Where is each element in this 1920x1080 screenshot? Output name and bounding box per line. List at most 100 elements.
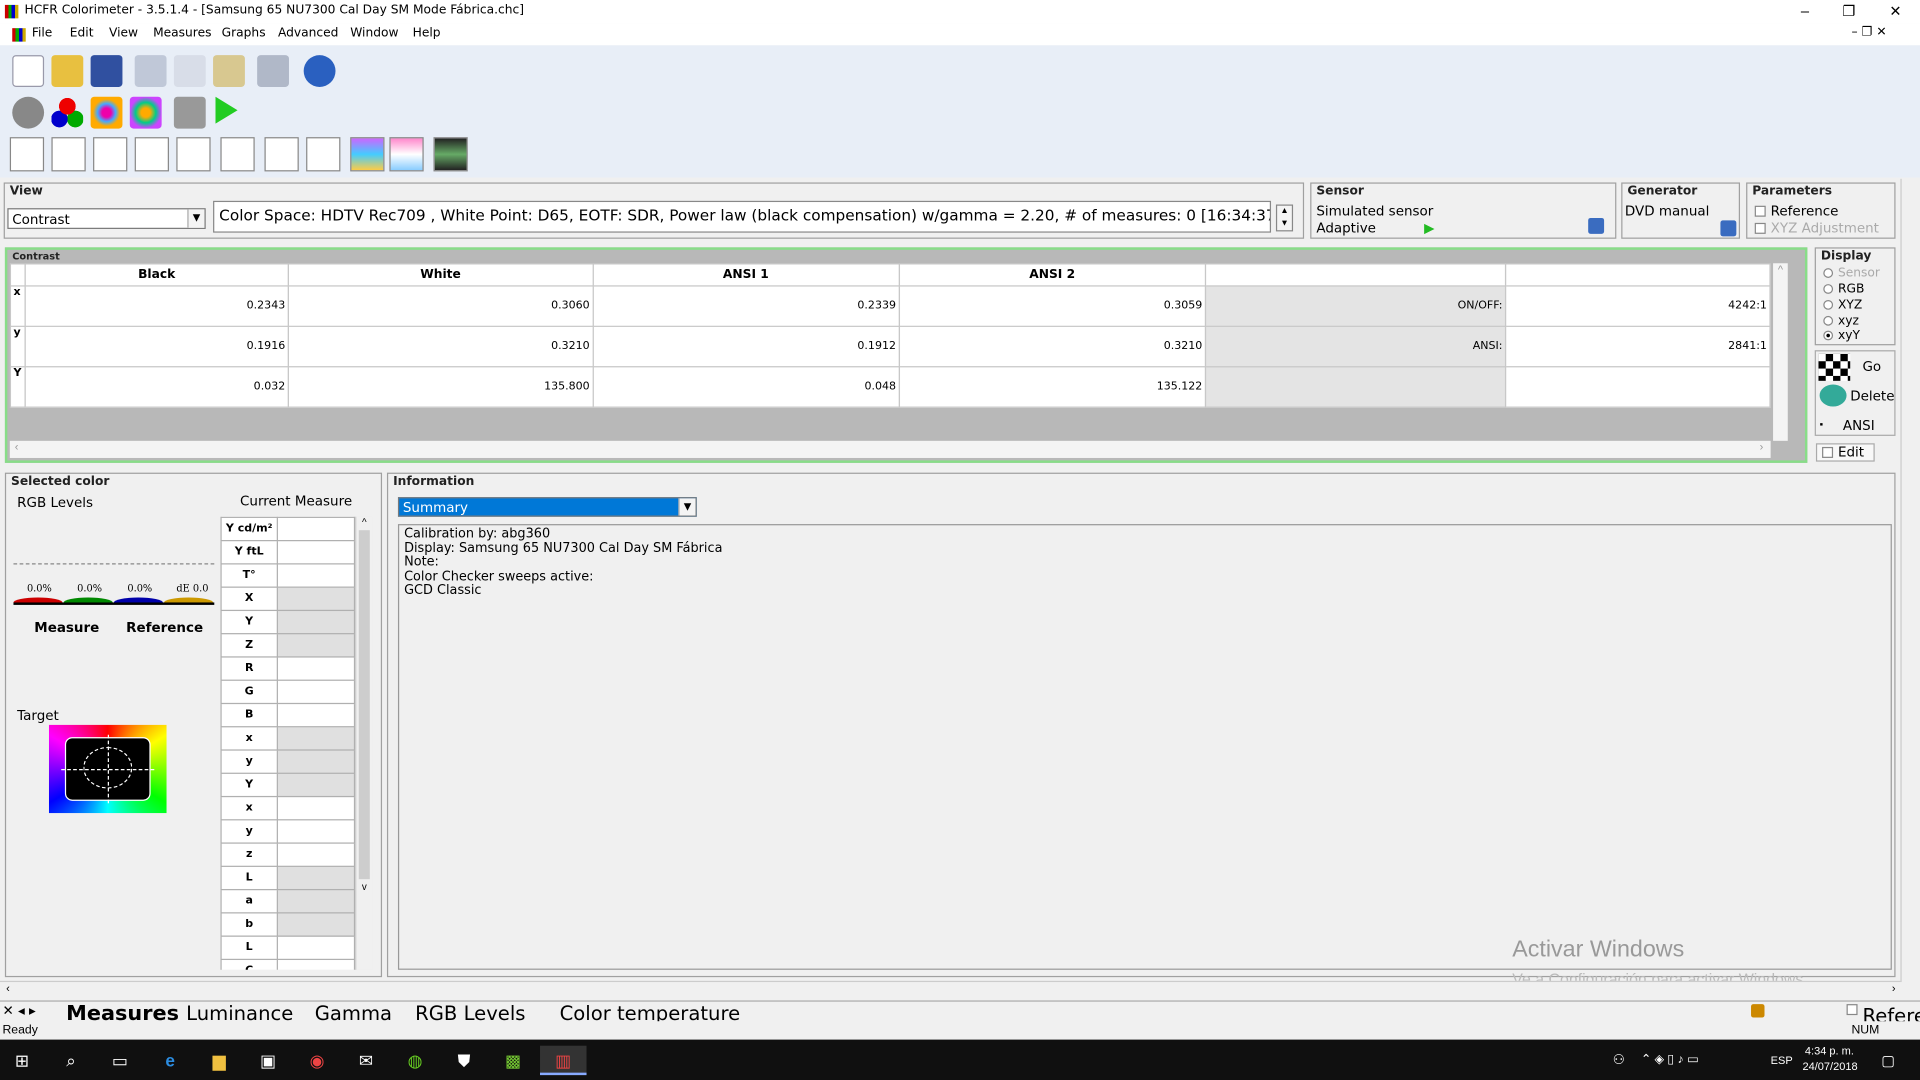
reference-checkbox[interactable]: Reference: [1754, 203, 1838, 219]
tray-icons[interactable]: ⌃ ◈ ▯ ♪ ▭: [1641, 1046, 1763, 1075]
bottom-hscroll[interactable]: ‹ ›: [0, 980, 1901, 998]
radio-XYZ[interactable]: XYZ: [1823, 299, 1862, 312]
param-value: [276, 842, 356, 867]
table-cell[interactable]: ANSI:: [1204, 325, 1507, 368]
help-icon[interactable]: [303, 55, 336, 87]
folder-icon[interactable]: ▆: [204, 1046, 233, 1075]
task-view-icon[interactable]: ▭: [105, 1046, 134, 1075]
info-spinner[interactable]: ▲ ▼: [1275, 204, 1294, 232]
view-select[interactable]: Contrast ▼: [7, 208, 206, 229]
utorrent-icon[interactable]: ◍: [400, 1046, 429, 1075]
camera-icon[interactable]: [173, 96, 206, 129]
graph-5-icon[interactable]: [176, 137, 211, 172]
graph-8-icon[interactable]: [306, 137, 341, 172]
table-cell[interactable]: 0.1912: [592, 325, 900, 368]
print-icon[interactable]: [257, 55, 289, 87]
measure-vscroll[interactable]: ^ v: [355, 516, 373, 970]
graph-3-icon[interactable]: [93, 137, 128, 172]
sensor-icon[interactable]: [12, 96, 45, 129]
table-cell[interactable]: 0.3210: [898, 325, 1206, 368]
maximize-button[interactable]: ❐: [1827, 1, 1871, 22]
table-row: T°: [220, 563, 356, 588]
table-cell[interactable]: 0.3210: [287, 325, 594, 368]
open-icon[interactable]: [51, 55, 84, 87]
colors-icon[interactable]: [90, 96, 123, 129]
generator-config-icon[interactable]: [1720, 220, 1737, 237]
menu-edit[interactable]: Edit: [70, 27, 94, 40]
menu-advanced[interactable]: Advanced: [278, 27, 338, 40]
table-cell[interactable]: 4242:1: [1504, 285, 1771, 327]
sensor-config-icon[interactable]: [1588, 217, 1605, 234]
play-icon[interactable]: [215, 96, 238, 124]
menu-view[interactable]: View: [109, 27, 138, 40]
table-cell[interactable]: 0.2339: [592, 285, 900, 327]
menu-help[interactable]: Help: [413, 27, 441, 40]
shield-icon[interactable]: ⛊: [449, 1046, 478, 1075]
table-cell[interactable]: 2841:1: [1504, 325, 1771, 368]
information-select[interactable]: Summary ▼: [397, 497, 697, 517]
radio-rgb[interactable]: RGB: [1823, 283, 1864, 296]
search-icon[interactable]: ⌕: [56, 1046, 85, 1075]
table-cell[interactable]: 0.032: [24, 366, 289, 408]
xyz-adjustment-checkbox[interactable]: XYZ Adjustment: [1754, 220, 1879, 236]
graph-9-icon[interactable]: [350, 137, 385, 172]
edge-icon[interactable]: e: [156, 1046, 185, 1075]
close-button[interactable]: ✕: [1873, 1, 1917, 22]
table-cell[interactable]: 135.122: [898, 366, 1206, 408]
main-scrollbar[interactable]: [1900, 178, 1918, 983]
table-cell[interactable]: 135.800: [287, 366, 594, 408]
hcfr-taskbar-icon[interactable]: ▥: [540, 1045, 587, 1076]
table-cell[interactable]: ON/OFF:: [1204, 285, 1507, 327]
chrome-icon[interactable]: ◉: [302, 1046, 331, 1075]
graph-2-icon[interactable]: [51, 137, 86, 172]
graph-11-icon[interactable]: [433, 137, 468, 172]
play-icon[interactable]: ▶: [1424, 220, 1434, 237]
language-indicator[interactable]: ESP: [1771, 1054, 1793, 1066]
notifications-icon[interactable]: ▢: [1873, 1046, 1902, 1075]
contrast-vscroll[interactable]: ^: [1773, 263, 1788, 441]
radio-sensor[interactable]: Sensor: [1823, 267, 1880, 280]
ansi-button[interactable]: ANSI: [1843, 418, 1875, 434]
menu-window[interactable]: Window: [350, 27, 398, 40]
param-value: [276, 563, 356, 588]
minimize-button[interactable]: –: [1783, 1, 1827, 22]
table-cell[interactable]: [1504, 366, 1771, 408]
table-cell[interactable]: [1204, 366, 1507, 408]
windows-start-icon[interactable]: ⊞: [7, 1046, 36, 1075]
table-cell[interactable]: 0.3060: [287, 285, 594, 327]
graph-1-icon[interactable]: [9, 137, 45, 172]
table-cell[interactable]: 0.2343: [24, 285, 289, 327]
store-icon[interactable]: ▣: [253, 1046, 282, 1075]
menu-file[interactable]: File: [32, 27, 52, 40]
table-cell[interactable]: 0.1916: [24, 325, 289, 368]
menu-graphs[interactable]: Graphs: [222, 27, 266, 40]
radio-xyz[interactable]: xyz: [1823, 315, 1859, 328]
mdi-controls[interactable]: – ❐ ✕: [1851, 26, 1886, 39]
color-checker-icon[interactable]: [129, 96, 162, 129]
graph-4-icon[interactable]: [134, 137, 169, 172]
clock-date[interactable]: 24/07/2018: [1802, 1060, 1857, 1072]
reference-checkbox-bottom[interactable]: Reference: [1846, 1004, 1920, 1027]
contrast-hscroll[interactable]: ‹ ›: [9, 440, 1771, 458]
edit-checkbox[interactable]: Edit: [1815, 443, 1875, 462]
graph-10-icon[interactable]: [389, 137, 424, 172]
people-icon[interactable]: ⚇: [1604, 1046, 1633, 1075]
cut-icon[interactable]: [134, 55, 167, 87]
copy-icon[interactable]: [173, 55, 206, 87]
new-icon[interactable]: [12, 55, 45, 87]
graph-6-icon[interactable]: [220, 137, 255, 172]
clock-time[interactable]: 4:34 p. m.: [1805, 1044, 1854, 1056]
paste-icon[interactable]: [213, 55, 245, 87]
menu-measures[interactable]: Measures: [153, 27, 211, 40]
table-cell[interactable]: 0.3059: [898, 285, 1206, 327]
rgb-icon[interactable]: [51, 96, 84, 129]
tab-nav-arrows[interactable]: ✕ ◂ ▸: [2, 1003, 35, 1019]
nvidia-icon[interactable]: ▩: [498, 1046, 527, 1075]
graph-7-icon[interactable]: [264, 137, 299, 172]
mail-icon[interactable]: ✉: [351, 1046, 380, 1075]
go-button[interactable]: Go: [1862, 359, 1881, 375]
table-cell[interactable]: 0.048: [592, 366, 900, 408]
save-icon[interactable]: [90, 55, 123, 87]
delete-button[interactable]: Delete: [1850, 388, 1894, 404]
radio-xyY[interactable]: xyY: [1823, 329, 1860, 343]
